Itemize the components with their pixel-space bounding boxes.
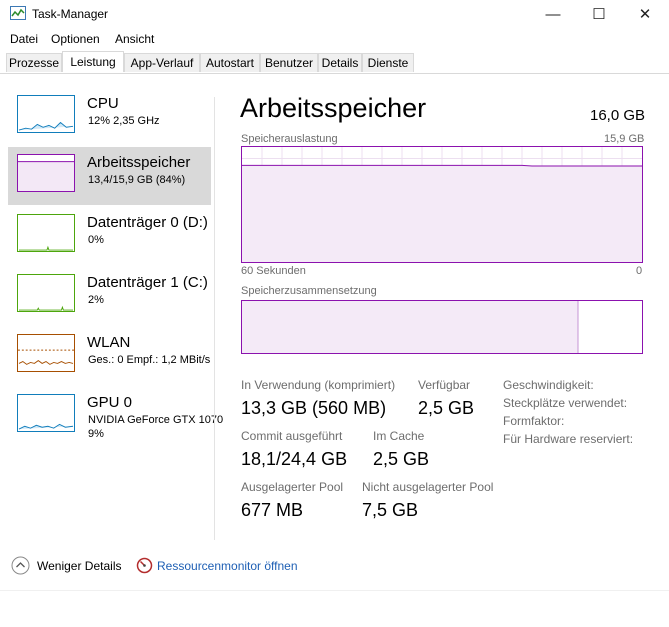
memory-total: 16,0 GB <box>590 107 646 124</box>
stat-nonpaged-pool-label: Nicht ausgelagerter Pool <box>362 480 494 494</box>
menu-optionen[interactable]: Optionen <box>51 32 100 46</box>
stat-commit-value: 18,1/24,4 GB <box>241 449 348 469</box>
close-button[interactable]: ✕ <box>622 0 668 28</box>
resource-monitor-icon[interactable] <box>136 557 153 574</box>
spec-hw-reserved-label: Für Hardware reserviert: <box>503 432 634 446</box>
sidebar-divider <box>214 97 215 540</box>
wlan-thumbnail-graph <box>17 334 75 372</box>
disk0-thumbnail-graph <box>17 214 75 252</box>
tab-app-verlauf[interactable]: App-Verlauf <box>124 53 200 72</box>
composition-in-use <box>242 301 578 353</box>
task-manager-icon <box>10 6 26 20</box>
sidebar-label: Datenträger 0 (D:) <box>87 214 208 231</box>
sidebar-item-datentraeger-0[interactable]: Datenträger 0 (D:) 0% <box>8 207 211 265</box>
sidebar-label: WLAN <box>87 334 131 351</box>
tab-autostart[interactable]: Autostart <box>200 53 260 72</box>
sidebar-label: Arbeitsspeicher <box>87 154 191 171</box>
sidebar-value: NVIDIA GeForce GTX 1070 <box>88 414 224 426</box>
page-title: Arbeitsspeicher <box>240 93 427 123</box>
composition-label: Speicherzusammensetzung <box>241 285 377 297</box>
stat-in-use-label: In Verwendung (komprimiert) <box>241 378 396 392</box>
spec-speed-label: Geschwindigkeit: <box>503 378 594 392</box>
tab-leistung[interactable]: Leistung <box>62 51 124 72</box>
disk1-thumbnail-graph <box>17 274 75 312</box>
sidebar-value: 0% <box>88 234 104 246</box>
sidebar-label: CPU <box>87 95 119 112</box>
stat-in-use-value: 13,3 GB (560 MB) <box>241 398 387 418</box>
sidebar-item-arbeitsspeicher[interactable]: Arbeitsspeicher 13,4/15,9 GB (84%) <box>8 147 211 205</box>
title-bar: Task-Manager — ☐ ✕ <box>0 0 669 28</box>
minimize-button[interactable]: — <box>530 0 576 28</box>
menu-datei[interactable]: Datei <box>10 32 38 46</box>
memory-usage-graph <box>241 146 643 263</box>
sidebar-value: Ges.: 0 Empf.: 1,2 MBit/s <box>88 354 211 366</box>
sidebar-value: 13,4/15,9 GB (84%) <box>88 174 186 186</box>
graph-axis-right: 0 <box>636 265 643 277</box>
maximize-button[interactable]: ☐ <box>576 0 622 28</box>
tab-dienste[interactable]: Dienste <box>362 53 414 72</box>
sidebar-value: 12% 2,35 GHz <box>88 115 160 127</box>
stat-paged-pool-value: 677 MB <box>241 500 304 520</box>
graph-axis-left: 60 Sekunden <box>241 265 306 277</box>
tab-benutzer[interactable]: Benutzer <box>260 53 318 72</box>
usage-graph-fill <box>242 165 642 262</box>
cpu-thumbnail-graph <box>17 95 75 133</box>
stat-cached-label: Im Cache <box>373 429 425 443</box>
usage-graph-max: 15,9 GB <box>604 133 645 145</box>
sidebar-value: 2% <box>88 294 104 306</box>
usage-graph-label: Speicherauslastung <box>241 133 338 145</box>
memory-thumbnail-graph <box>17 154 75 192</box>
sidebar-item-wlan[interactable]: WLAN Ges.: 0 Empf.: 1,2 MBit/s <box>8 327 211 385</box>
stat-available-value: 2,5 GB <box>418 398 475 418</box>
spec-form-factor-label: Formfaktor: <box>503 414 565 428</box>
sidebar-item-datentraeger-1[interactable]: Datenträger 1 (C:) 2% <box>8 267 211 325</box>
window-bottom-edge <box>0 590 669 591</box>
fewer-details-link[interactable]: Weniger Details <box>37 559 121 573</box>
stat-nonpaged-pool-value: 7,5 GB <box>362 500 419 520</box>
memory-composition-bar <box>241 300 643 354</box>
stat-available-label: Verfügbar <box>418 378 471 392</box>
resource-monitor-link[interactable]: Ressourcenmonitor öffnen <box>157 559 298 573</box>
tab-details[interactable]: Details <box>318 53 362 72</box>
stat-cached-value: 2,5 GB <box>373 449 430 469</box>
sidebar-item-gpu-0[interactable]: GPU 0 NVIDIA GeForce GTX 1070 9% <box>8 387 223 445</box>
window-title: Task-Manager <box>32 7 109 21</box>
footer-bar: Weniger Details Ressourcenmonitor öffnen <box>0 552 669 580</box>
sidebar-label: Datenträger 1 (C:) <box>87 274 208 291</box>
stat-paged-pool-label: Ausgelagerter Pool <box>241 480 344 494</box>
stat-commit-label: Commit ausgeführt <box>241 429 343 443</box>
tab-prozesse[interactable]: Prozesse <box>6 53 62 72</box>
menu-ansicht[interactable]: Ansicht <box>115 32 154 46</box>
sidebar-item-cpu[interactable]: CPU 12% 2,35 GHz <box>8 88 211 146</box>
sidebar-value-2: 9% <box>88 428 104 440</box>
spec-slots-label: Steckplätze verwendet: <box>503 396 628 410</box>
gpu-thumbnail-graph <box>17 394 75 432</box>
chevron-up-icon[interactable] <box>11 556 30 575</box>
sidebar-label: GPU 0 <box>87 394 133 411</box>
